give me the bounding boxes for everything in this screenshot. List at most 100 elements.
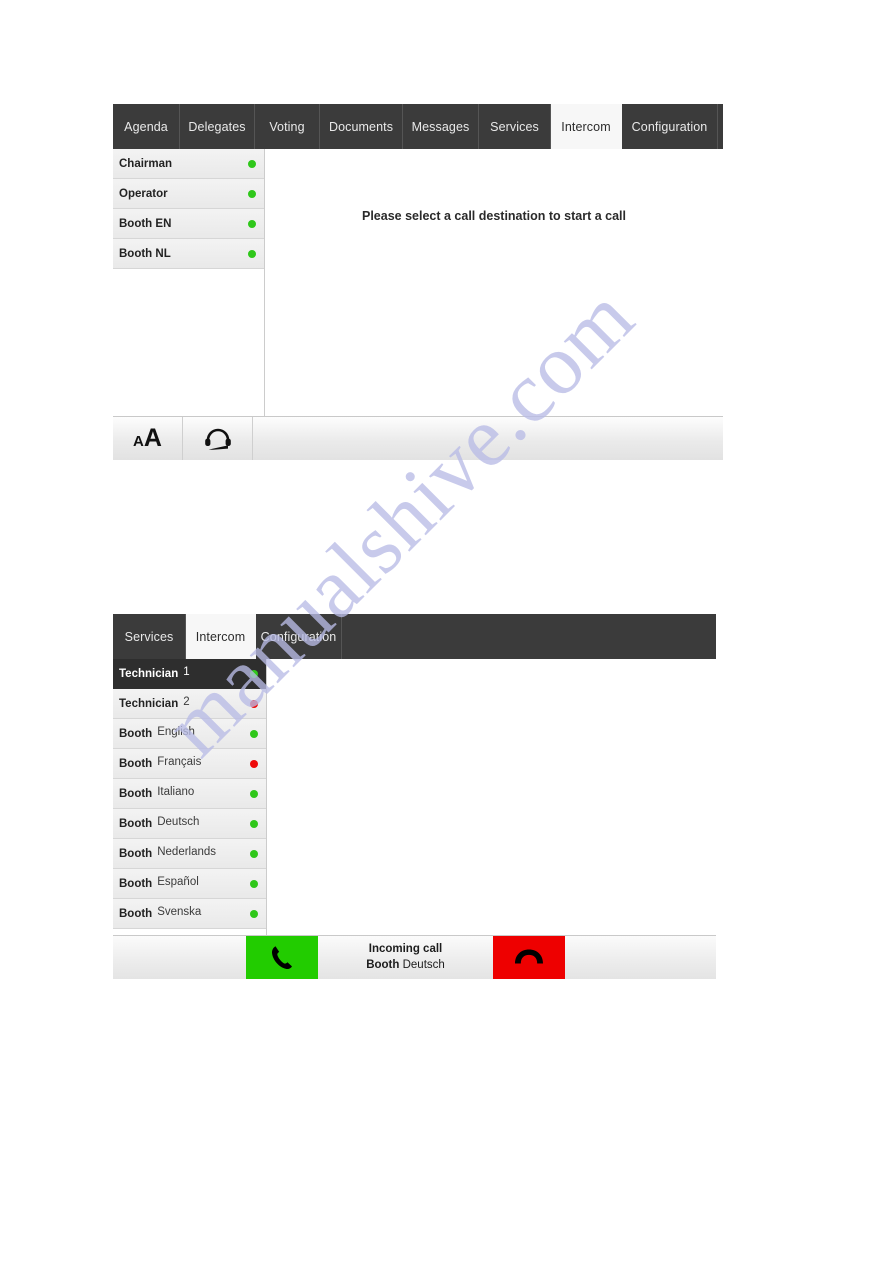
list-item[interactable]: Booth Nederlands — [113, 839, 266, 869]
list-item-label: Technician — [119, 667, 179, 680]
font-size-icon: AA — [133, 426, 162, 451]
caller-label: Booth — [366, 958, 400, 971]
call-destination-list[interactable]: Chairman Operator Booth EN Booth NL — [113, 149, 265, 416]
status-dot-green — [250, 789, 258, 798]
list-item-label: Operator — [119, 187, 168, 200]
accept-call-button[interactable] — [246, 936, 318, 979]
list-item[interactable]: Technician 1 — [113, 659, 266, 689]
list-item[interactable]: Chairman — [113, 149, 264, 179]
status-dot-green — [248, 219, 256, 228]
status-dot-green — [250, 669, 258, 678]
intercom-screen-incoming-call: Services Intercom Configuration Technician… — [113, 614, 716, 979]
list-item-sublabel: Deutsch — [157, 815, 200, 828]
call-bar-tail — [565, 936, 716, 979]
tab-agenda[interactable]: Agenda — [113, 104, 180, 149]
list-item[interactable]: Technician 2 — [113, 689, 266, 719]
bottom-toolbar: AA — [113, 416, 723, 460]
headset-icon — [204, 428, 231, 450]
tab-label: Configuration — [260, 629, 337, 644]
list-item[interactable]: Booth Español — [113, 869, 266, 899]
phone-accept-icon — [272, 945, 292, 969]
tab-documents[interactable]: Documents — [320, 104, 403, 149]
tab-label: Services — [124, 629, 174, 644]
list-item-label: Technician — [119, 697, 179, 710]
panel-body: Technician 1 Technician 2 Booth English Booth F… — [113, 659, 716, 935]
phone-decline-icon — [515, 949, 543, 963]
intercom-screen-no-call: Agenda Delegates Voting Documents Messages Se… — [113, 104, 723, 460]
tab-voting[interactable]: Voting — [255, 104, 320, 149]
tab-label: Configuration — [631, 119, 708, 134]
tab-intercom[interactable]: Intercom — [186, 614, 256, 659]
panel-body: Chairman Operator Booth EN Booth NL Please … — [113, 149, 723, 416]
list-item[interactable]: Booth EN — [113, 209, 264, 239]
status-dot-red — [250, 699, 258, 708]
tab-bar-filler — [342, 614, 716, 659]
call-content-area — [267, 659, 716, 935]
tab-services[interactable]: Services — [479, 104, 551, 149]
status-dot-green — [250, 849, 258, 858]
list-item-sublabel: Nederlands — [157, 845, 217, 858]
list-item-label: Booth — [119, 877, 153, 890]
list-item-label: Booth — [119, 847, 153, 860]
list-item-sublabel: Français — [157, 755, 202, 768]
list-item-sublabel: 1 — [183, 665, 190, 678]
toolbar-filler — [253, 417, 723, 460]
status-dot-green — [250, 879, 258, 888]
call-bar-spacer — [113, 936, 246, 979]
call-prompt-message: Please select a call destination to star… — [361, 209, 626, 223]
list-item[interactable]: Booth Deutsch — [113, 809, 266, 839]
call-content-area: Please select a call destination to star… — [265, 149, 723, 416]
tab-label: Intercom — [561, 119, 611, 134]
tab-label: Documents — [328, 119, 394, 134]
caller-name: Deutsch — [402, 958, 445, 971]
list-item[interactable]: Booth English — [113, 719, 266, 749]
list-item-label: Booth EN — [119, 217, 172, 230]
list-item-sublabel: Svenska — [157, 905, 202, 918]
call-destination-list[interactable]: Technician 1 Technician 2 Booth English Booth F… — [113, 659, 267, 935]
tab-label: Intercom — [195, 629, 246, 644]
incoming-call-info: Incoming call Booth Deutsch — [318, 936, 493, 979]
tab-delegates[interactable]: Delegates — [180, 104, 255, 149]
status-dot-green — [248, 189, 256, 198]
incoming-call-caller: Booth Deutsch — [366, 958, 445, 974]
list-item-sublabel: 2 — [183, 695, 190, 708]
list-item-label: Booth NL — [119, 247, 171, 260]
font-size-big-a: A — [143, 424, 162, 452]
list-item[interactable]: Operator — [113, 179, 264, 209]
status-dot-green — [250, 909, 258, 918]
list-item-label: Booth — [119, 727, 153, 740]
status-dot-red — [250, 759, 258, 768]
incoming-call-bar: Incoming call Booth Deutsch — [113, 935, 716, 979]
list-item[interactable]: Booth NL — [113, 239, 264, 269]
status-dot-green — [248, 159, 256, 168]
tab-label: Voting — [269, 119, 305, 134]
list-item[interactable]: Booth Français — [113, 749, 266, 779]
tab-label: Delegates — [188, 119, 246, 134]
list-item[interactable]: Booth Italiano — [113, 779, 266, 809]
font-size-button[interactable]: AA — [113, 417, 183, 460]
tab-label: Agenda — [124, 119, 168, 134]
list-item-label: Booth — [119, 907, 153, 920]
tab-configuration[interactable]: Configuration — [256, 614, 342, 659]
tab-bar: Services Intercom Configuration — [113, 614, 716, 659]
list-item[interactable]: Booth Svenska — [113, 899, 266, 929]
font-size-small-a: A — [133, 433, 144, 450]
list-item-label: Booth — [119, 757, 153, 770]
tab-configuration[interactable]: Configuration — [622, 104, 718, 149]
headset-button[interactable] — [183, 417, 253, 460]
list-item-label: Booth — [119, 817, 153, 830]
list-item-sublabel: Italiano — [157, 785, 195, 798]
tab-label: Messages — [411, 119, 470, 134]
status-dot-green — [250, 729, 258, 738]
list-item-sublabel: Español — [157, 875, 199, 888]
tab-intercom[interactable]: Intercom — [551, 104, 622, 149]
tab-services[interactable]: Services — [113, 614, 186, 659]
tab-label: Services — [490, 119, 539, 134]
list-item-label: Chairman — [119, 157, 173, 170]
status-dot-green — [250, 819, 258, 828]
tab-messages[interactable]: Messages — [403, 104, 479, 149]
incoming-call-status: Incoming call — [368, 942, 443, 955]
tab-bar: Agenda Delegates Voting Documents Messages Se… — [113, 104, 723, 149]
decline-call-button[interactable] — [493, 936, 565, 979]
status-dot-green — [248, 249, 256, 258]
